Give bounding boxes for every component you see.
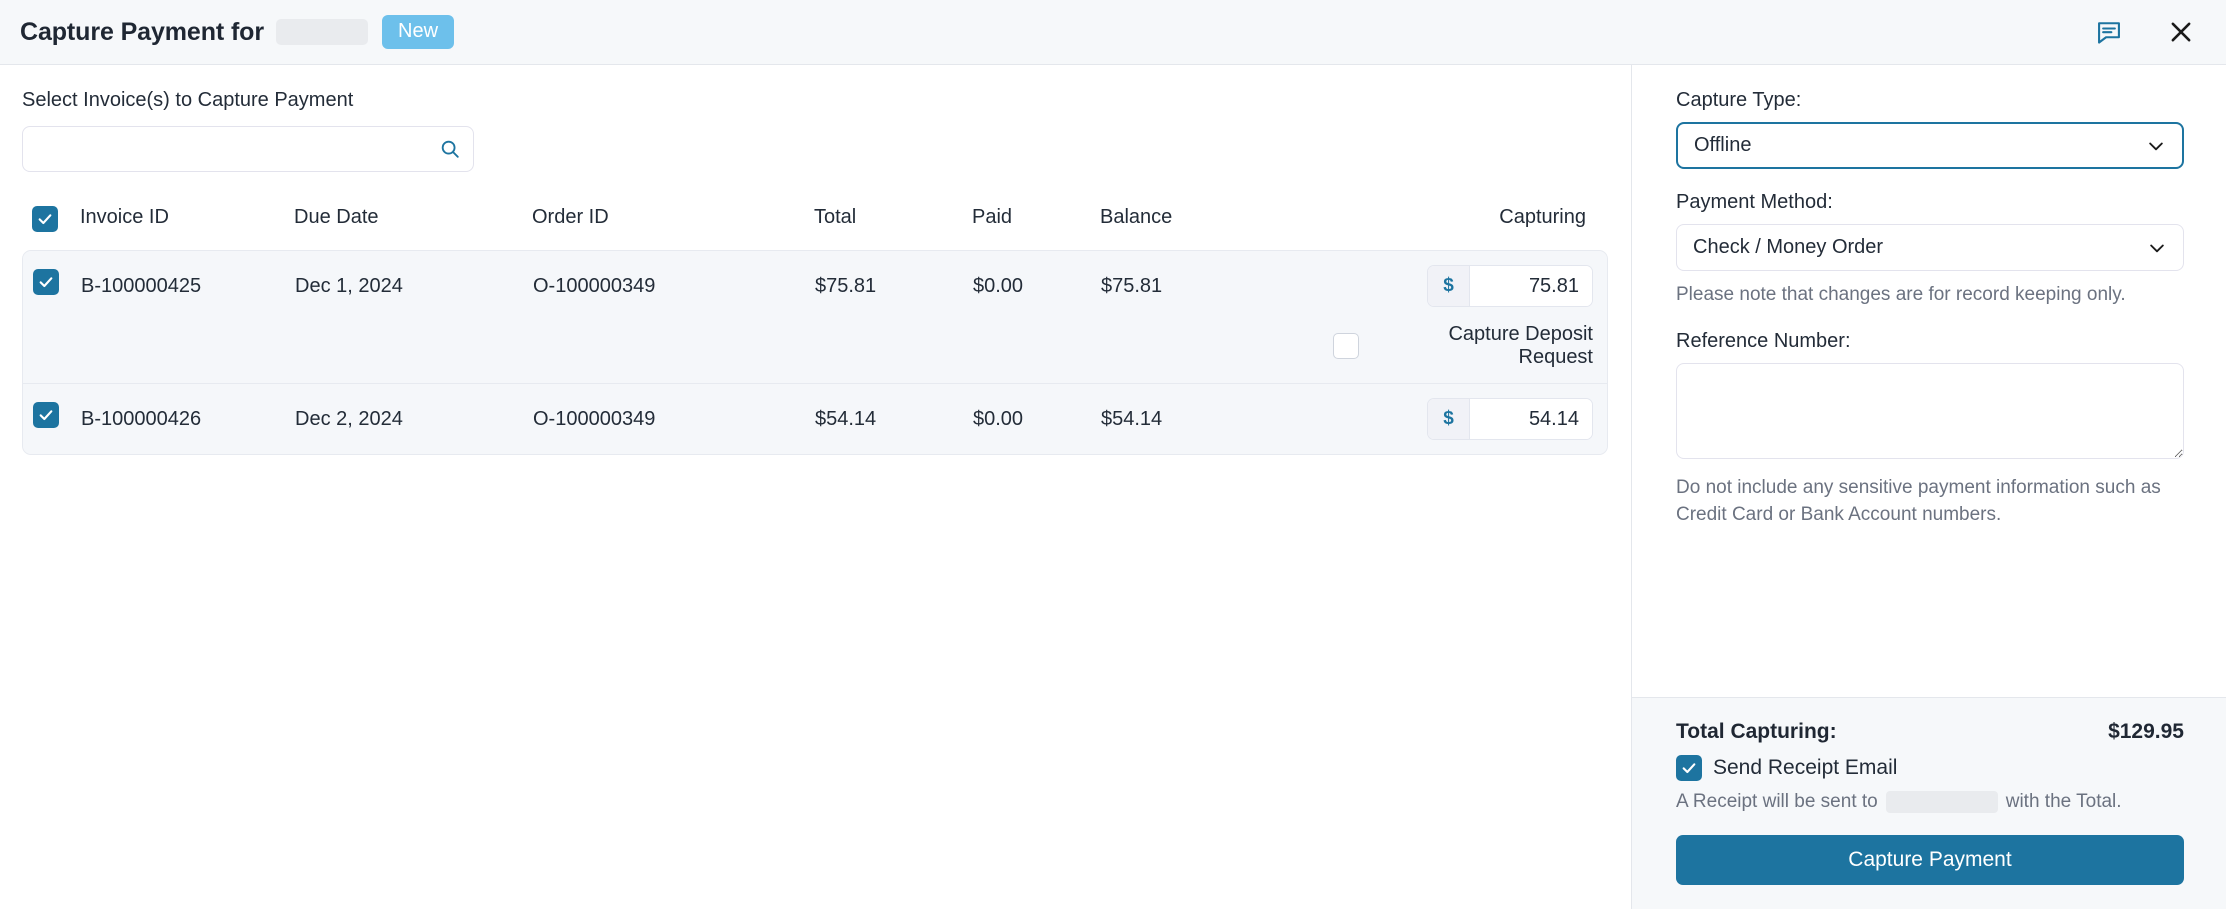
payment-details-form: Capture Type: Offline Payment Method: Ch… bbox=[1632, 65, 2226, 550]
page-title: Capture Payment for bbox=[20, 17, 264, 46]
total-capturing-label: Total Capturing: bbox=[1676, 720, 1837, 743]
search-icon[interactable] bbox=[439, 138, 461, 160]
header-actions bbox=[2092, 15, 2198, 49]
cell-order-id: O-100000349 bbox=[533, 408, 656, 430]
cell-order-id: O-100000349 bbox=[533, 275, 656, 297]
cell-due-date: Dec 1, 2024 bbox=[295, 275, 403, 297]
table-row[interactable]: B-100000425 Dec 1, 2024 O-100000349 $75.… bbox=[23, 251, 1607, 383]
row-select-checkbox[interactable] bbox=[33, 269, 59, 295]
receipt-note-suffix: with the Total. bbox=[2005, 791, 2122, 812]
column-header-order-id: Order ID bbox=[532, 205, 609, 228]
send-receipt-email-label: Send Receipt Email bbox=[1713, 756, 1898, 779]
row-select-cell bbox=[33, 398, 81, 428]
cell-due-date: Dec 2, 2024 bbox=[295, 408, 403, 430]
capturing-amount-field: $ bbox=[1427, 265, 1593, 307]
send-receipt-row: Send Receipt Email bbox=[1676, 755, 2184, 781]
chevron-down-icon bbox=[2146, 136, 2166, 156]
column-header-balance: Balance bbox=[1100, 205, 1173, 228]
invoice-section-label: Select Invoice(s) to Capture Payment bbox=[22, 89, 354, 111]
capturing-amount-input[interactable] bbox=[1470, 266, 1592, 306]
cell-paid: $0.00 bbox=[973, 275, 1024, 297]
customer-name-redacted bbox=[276, 19, 368, 45]
currency-prefix: $ bbox=[1428, 266, 1470, 306]
cell-total: $54.14 bbox=[815, 408, 877, 430]
column-header-capturing: Capturing bbox=[1499, 205, 1586, 228]
capturing-amount-input[interactable] bbox=[1470, 399, 1592, 439]
reference-number-label: Reference Number: bbox=[1676, 330, 1851, 352]
search-input[interactable] bbox=[22, 126, 474, 172]
column-header-invoice-id: Invoice ID bbox=[80, 205, 169, 228]
status-badge: New bbox=[382, 15, 455, 49]
currency-prefix: $ bbox=[1428, 399, 1470, 439]
receipt-note: A Receipt will be sent to with the Total… bbox=[1676, 791, 2184, 813]
right-pane-spacer bbox=[1632, 550, 2226, 697]
capture-type-field: Capture Type: Offline bbox=[1676, 89, 2184, 169]
payment-method-select[interactable]: Check / Money Order bbox=[1676, 224, 2184, 271]
cell-balance: $75.81 bbox=[1101, 275, 1163, 297]
send-receipt-email-checkbox[interactable] bbox=[1676, 755, 1702, 781]
select-all-checkbox[interactable] bbox=[32, 206, 58, 232]
table-row[interactable]: B-100000426 Dec 2, 2024 O-100000349 $54.… bbox=[23, 383, 1607, 454]
chevron-down-icon bbox=[2147, 238, 2167, 258]
capture-deposit-request-label: Capture Deposit Request bbox=[1448, 323, 1593, 368]
payment-method-label: Payment Method: bbox=[1676, 191, 1833, 213]
capture-deposit-request-checkbox[interactable] bbox=[1333, 333, 1359, 359]
comment-icon[interactable] bbox=[2092, 15, 2126, 49]
total-capturing-row: Total Capturing: $129.95 bbox=[1676, 720, 2184, 744]
column-header-paid: Paid bbox=[972, 205, 1013, 228]
cell-invoice-id: B-100000426 bbox=[81, 408, 202, 430]
close-icon[interactable] bbox=[2164, 15, 2198, 49]
cell-paid: $0.00 bbox=[973, 408, 1024, 430]
select-all-cell bbox=[32, 202, 80, 232]
table-header-row: Invoice ID Due Date Order ID Total Paid … bbox=[22, 196, 1608, 238]
capture-type-select[interactable]: Offline bbox=[1676, 122, 2184, 169]
reference-number-note: Do not include any sensitive payment inf… bbox=[1676, 477, 2161, 525]
modal-header: Capture Payment for New bbox=[0, 0, 2226, 65]
cell-total: $75.81 bbox=[815, 275, 877, 297]
invoice-selection-pane: Select Invoice(s) to Capture Payment Inv… bbox=[0, 65, 1632, 909]
cell-invoice-id: B-100000425 bbox=[81, 275, 202, 297]
invoice-search bbox=[22, 126, 474, 172]
payment-details-pane: Capture Type: Offline Payment Method: Ch… bbox=[1632, 65, 2226, 909]
capture-type-value: Offline bbox=[1694, 134, 1752, 156]
capture-payment-button[interactable]: Capture Payment bbox=[1676, 835, 2184, 885]
capturing-amount-field: $ bbox=[1427, 398, 1593, 440]
row-select-cell bbox=[33, 265, 81, 295]
payment-method-value: Check / Money Order bbox=[1693, 236, 1884, 258]
payment-summary-footer: Total Capturing: $129.95 Send Receipt Em… bbox=[1632, 697, 2226, 909]
modal-body: Select Invoice(s) to Capture Payment Inv… bbox=[0, 65, 2226, 909]
cell-balance: $54.14 bbox=[1101, 408, 1163, 430]
row-select-checkbox[interactable] bbox=[33, 402, 59, 428]
column-header-due-date: Due Date bbox=[294, 205, 379, 228]
payment-method-note: Please note that changes are for record … bbox=[1676, 284, 2126, 305]
cell-capturing: $ Capture Deposit Request bbox=[1333, 265, 1593, 369]
cell-capturing: $ bbox=[1333, 398, 1593, 440]
invoice-table: Invoice ID Due Date Order ID Total Paid … bbox=[22, 196, 1608, 455]
total-capturing-value: $129.95 bbox=[2108, 720, 2184, 743]
capture-type-label: Capture Type: bbox=[1676, 89, 1802, 111]
receipt-note-prefix: A Receipt will be sent to bbox=[1676, 791, 1878, 812]
receipt-email-redacted bbox=[1885, 791, 1998, 813]
reference-number-field: Reference Number: Do not include any sen… bbox=[1676, 330, 2184, 528]
table-body: B-100000425 Dec 1, 2024 O-100000349 $75.… bbox=[22, 250, 1608, 455]
payment-method-field: Payment Method: Check / Money Order Plea… bbox=[1676, 191, 2184, 308]
capture-payment-modal: Capture Payment for New Select Invoice(s… bbox=[0, 0, 2226, 909]
capture-deposit-request-row: Capture Deposit Request bbox=[1333, 323, 1593, 369]
reference-number-textarea[interactable] bbox=[1676, 363, 2184, 459]
column-header-total: Total bbox=[814, 205, 857, 228]
